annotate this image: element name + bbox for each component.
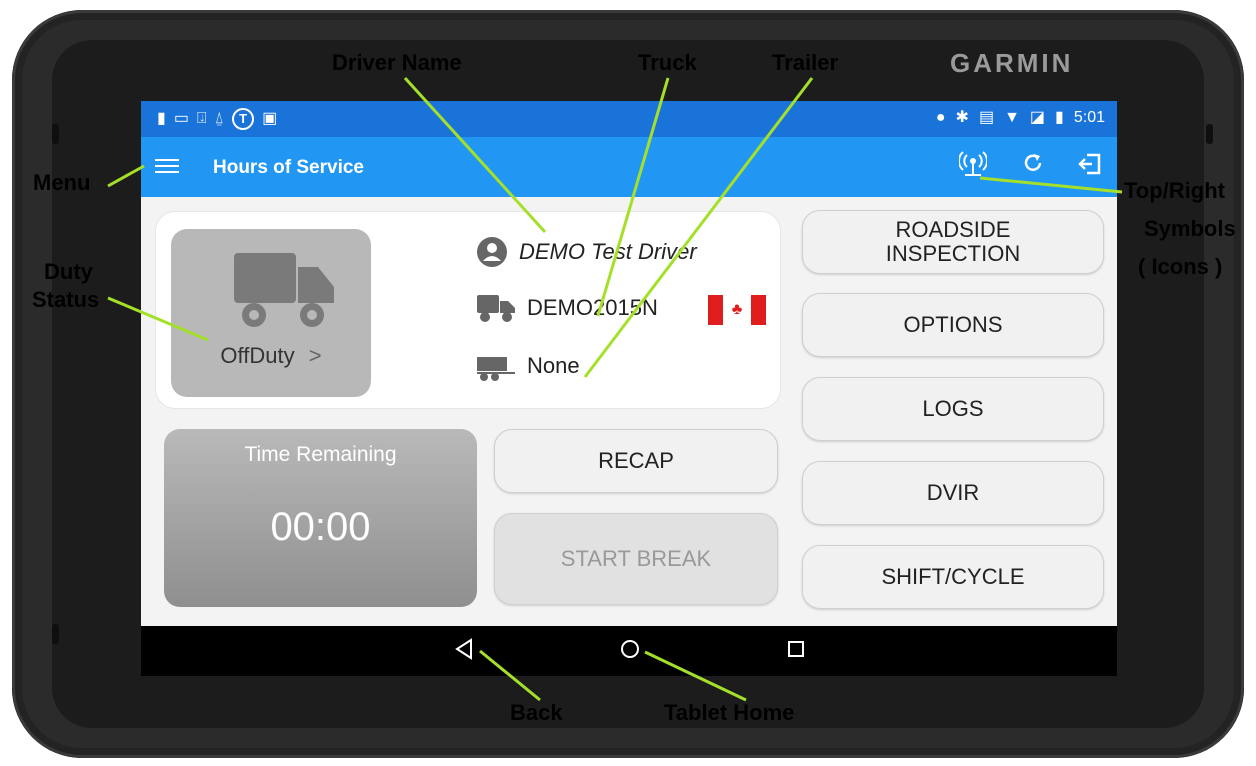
annotation-lines (107, 76, 1123, 702)
driver-name-leader-line (403, 76, 547, 234)
menu-leader-line (107, 164, 145, 188)
duty-status-leader-line (107, 296, 209, 342)
top-right-leader-line (979, 176, 1123, 194)
home-leader-line (644, 650, 747, 702)
back-leader-line (479, 649, 541, 702)
trailer-leader-line (583, 77, 814, 378)
